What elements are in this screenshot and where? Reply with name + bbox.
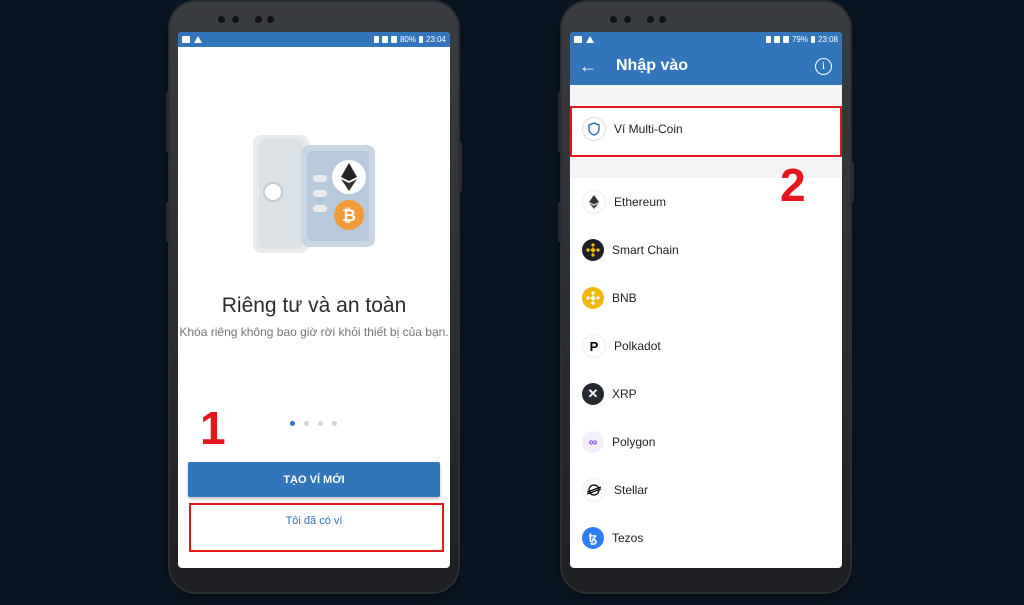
coin-item-smart-chain[interactable]: Smart Chain	[570, 226, 842, 274]
battery-percent: 79%	[791, 35, 808, 44]
xrp-icon: ✕	[582, 383, 604, 405]
sensor-dot	[647, 16, 654, 23]
wifi-icon	[381, 36, 388, 43]
page-dot	[304, 421, 309, 426]
mute-icon	[373, 36, 379, 43]
status-bar: 80% 23:04	[178, 32, 450, 47]
coin-label: Polygon	[612, 435, 656, 449]
page-title: Nhập vào	[616, 57, 689, 74]
step-number-2: 2	[780, 159, 806, 211]
page-indicator	[290, 421, 337, 426]
stellar-icon	[582, 478, 606, 502]
sensor-dot	[267, 16, 274, 23]
left-screen: 80% 23:04 ₿ Riêng tư và an toàn Khóa riê…	[178, 32, 450, 568]
coin-label: Tezos	[612, 531, 644, 545]
onboarding-subtitle: Khóa riêng không bao giờ rời khỏi thiết …	[179, 325, 449, 339]
camera-dot	[624, 16, 631, 23]
coin-item-polkadot[interactable]: P Polkadot	[570, 322, 842, 370]
mute-icon	[765, 36, 771, 43]
coin-label: Stellar	[614, 483, 649, 497]
folder-icon	[182, 36, 190, 43]
camera-dot	[232, 16, 239, 23]
battery-percent: 80%	[399, 35, 416, 44]
highlight-box-have-wallet	[189, 503, 444, 552]
smart-chain-icon	[582, 239, 604, 261]
vault-illustration-icon: ₿	[253, 135, 375, 253]
clock-time: 23:08	[817, 35, 838, 44]
status-bar: 79% 23:08	[570, 32, 842, 47]
sensor-dot	[255, 16, 262, 23]
page-dot	[332, 421, 337, 426]
step-number-1: 1	[200, 402, 226, 454]
coin-label: XRP	[612, 387, 637, 401]
sensor-dot	[659, 16, 666, 23]
polkadot-icon: P	[582, 334, 606, 358]
signal-icon	[390, 36, 397, 43]
highlight-box-multi-coin	[570, 106, 842, 157]
app-bar: ← Nhập vào i	[570, 47, 842, 85]
coin-item-polygon[interactable]: ∞ Polygon	[570, 418, 842, 466]
bixby-button	[558, 202, 562, 242]
warning-icon	[586, 36, 594, 43]
page-dot-active	[290, 421, 295, 426]
tezos-icon: ꜩ	[582, 527, 604, 549]
coin-label: BNB	[612, 291, 637, 305]
svg-text:₿: ₿	[342, 206, 356, 225]
bixby-button	[166, 202, 170, 242]
clock-time: 23:04	[425, 35, 446, 44]
coin-item-stellar[interactable]: Stellar	[570, 466, 842, 514]
coin-item-bnb[interactable]: BNB	[570, 274, 842, 322]
create-new-wallet-button[interactable]: TẠO VÍ MỚI	[188, 462, 440, 497]
power-button	[458, 142, 462, 192]
sensor-dot	[610, 16, 617, 23]
section-divider	[570, 85, 842, 105]
onboarding-title: Riêng tư và an toàn	[221, 294, 407, 317]
right-phone-frame: 79% 23:08 ← Nhập vào i Ví Multi-Coin Eth…	[558, 2, 854, 592]
volume-button	[166, 92, 170, 152]
power-button	[850, 162, 854, 202]
coin-label: Polkadot	[614, 339, 661, 353]
warning-icon	[194, 36, 202, 43]
ethereum-icon	[582, 190, 606, 214]
back-arrow-icon[interactable]: ←	[570, 56, 606, 77]
volume-button	[558, 92, 562, 152]
page-dot	[318, 421, 323, 426]
signal-icon	[782, 36, 789, 43]
battery-icon	[418, 36, 423, 43]
bnb-icon	[582, 287, 604, 309]
battery-icon	[810, 36, 815, 43]
coin-label: Ethereum	[614, 195, 667, 209]
sensor-dot	[218, 16, 225, 23]
folder-icon	[574, 36, 582, 43]
coin-item-tezos[interactable]: ꜩ Tezos	[570, 514, 842, 562]
wifi-icon	[773, 36, 780, 43]
polygon-icon: ∞	[582, 431, 604, 453]
coin-item-xrp[interactable]: ✕ XRP	[570, 370, 842, 418]
coin-label: Smart Chain	[612, 243, 679, 257]
info-icon[interactable]: i	[815, 57, 832, 75]
